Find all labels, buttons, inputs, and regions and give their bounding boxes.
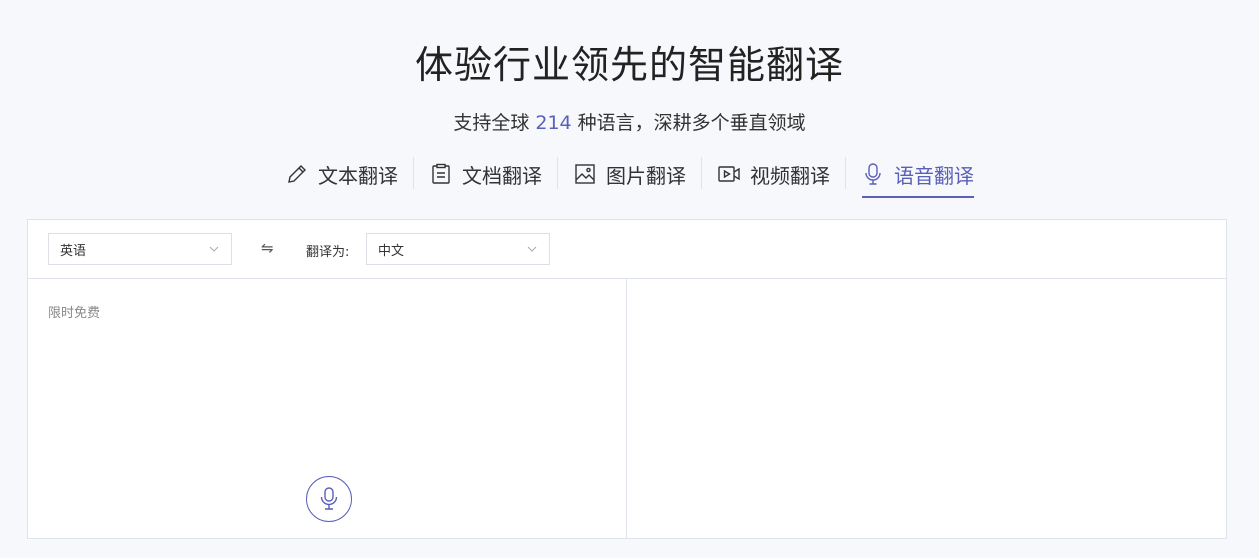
tab-voice-translation[interactable]: 语音翻译 bbox=[846, 150, 989, 198]
target-language-label: 翻译为: bbox=[306, 245, 350, 260]
tab-label: 图片翻译 bbox=[606, 163, 686, 188]
source-language-select[interactable]: 英语 bbox=[48, 233, 232, 265]
chevron-down-icon bbox=[527, 246, 537, 252]
subtitle-suffix: 种语言，深耕多个垂直领域 bbox=[571, 112, 806, 134]
record-voice-button[interactable] bbox=[306, 476, 352, 522]
translation-panel: 英语 ⇋ 翻译为: 中文 限时免费 bbox=[27, 219, 1227, 539]
chevron-down-icon bbox=[209, 246, 219, 252]
tab-text-translation[interactable]: 文本翻译 bbox=[270, 150, 413, 198]
language-count: 214 bbox=[535, 112, 572, 134]
microphone-icon bbox=[861, 162, 885, 186]
microphone-icon bbox=[320, 487, 338, 510]
translation-body: 限时免费 bbox=[28, 279, 1226, 538]
tab-label: 视频翻译 bbox=[750, 163, 830, 188]
subtitle-prefix: 支持全球 bbox=[453, 112, 536, 134]
tab-image-translation[interactable]: 图片翻译 bbox=[558, 150, 701, 198]
language-toolbar: 英语 ⇋ 翻译为: 中文 bbox=[28, 220, 1226, 279]
swap-languages-button[interactable]: ⇋ bbox=[261, 239, 277, 257]
document-icon bbox=[429, 162, 453, 186]
tab-label: 文档翻译 bbox=[462, 163, 542, 188]
page-title: 体验行业领先的智能翻译 bbox=[414, 43, 844, 87]
source-language-value: 英语 bbox=[60, 243, 87, 259]
video-icon bbox=[717, 162, 741, 186]
target-language-value: 中文 bbox=[378, 243, 405, 259]
translation-type-tabs: 文本翻译 文档翻译 图片翻译 视频翻译 语音翻译 bbox=[0, 150, 1259, 198]
page: 体验行业领先的智能翻译 支持全球 214 种语言，深耕多个垂直领域 文本翻译 文… bbox=[0, 0, 1259, 558]
tab-label: 语音翻译 bbox=[894, 163, 974, 188]
tab-video-translation[interactable]: 视频翻译 bbox=[702, 150, 845, 198]
tab-document-translation[interactable]: 文档翻译 bbox=[414, 150, 557, 198]
free-limited-hint: 限时免费 bbox=[48, 306, 101, 321]
target-language-select[interactable]: 中文 bbox=[366, 233, 550, 265]
pencil-icon bbox=[285, 162, 309, 186]
translation-output-area bbox=[627, 279, 1226, 538]
tab-label: 文本翻译 bbox=[318, 163, 398, 188]
source-input-area[interactable]: 限时免费 bbox=[28, 279, 627, 538]
page-subtitle: 支持全球 214 种语言，深耕多个垂直领域 bbox=[0, 108, 1259, 135]
image-icon bbox=[573, 162, 597, 186]
